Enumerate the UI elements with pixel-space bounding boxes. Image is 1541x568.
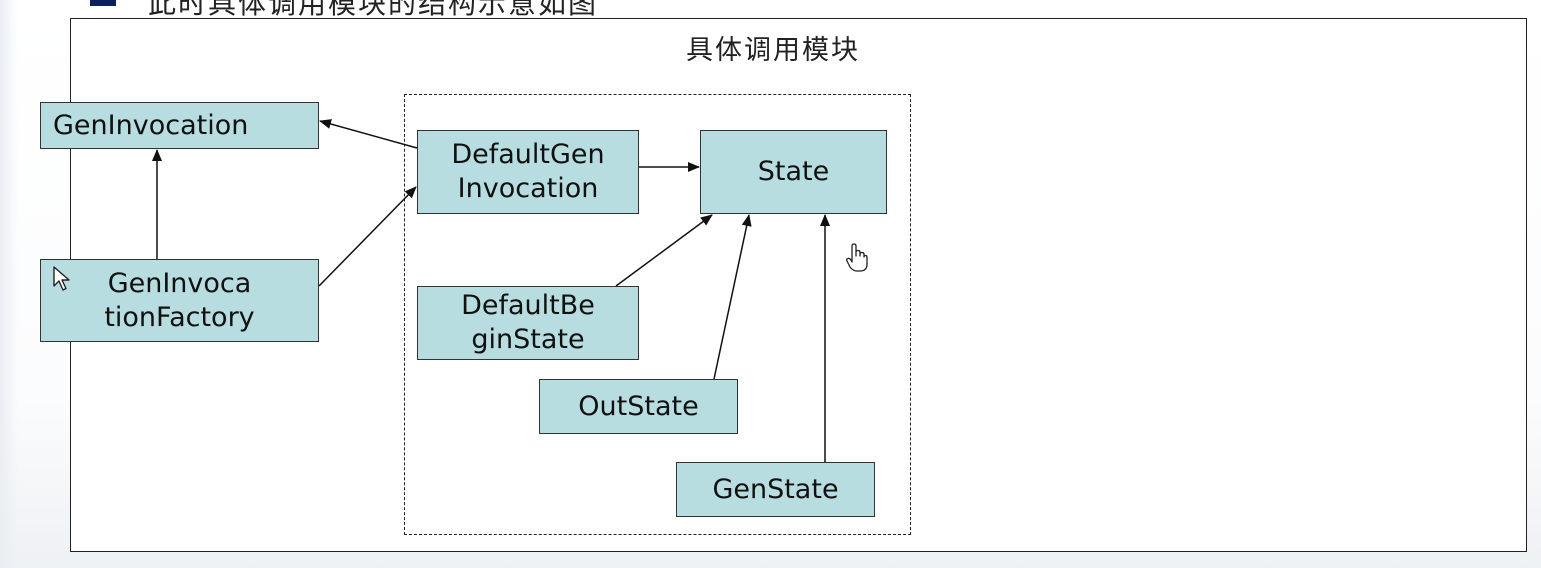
node-gen-state: GenState [676,462,875,517]
node-label-line-2: Invocation [457,173,599,204]
node-label-line-1: DefaultBe [461,290,595,321]
node-label-line-2: tionFactory [104,301,255,333]
node-gen-invocation: GenInvocation [40,102,319,149]
node-default-begin-state: DefaultBe ginState [417,286,639,360]
node-state: State [700,130,887,214]
node-label: GenInvocation [53,109,249,141]
node-label: State [757,156,830,187]
node-out-state: OutState [539,379,738,434]
arrow-pointer-icon [53,266,70,291]
node-label-line-1: GenInvoca [107,267,252,299]
node-label-line-1: DefaultGen [451,139,605,170]
module-title: 具体调用模块 [686,35,860,66]
watermark [1326,532,1526,568]
node-label-line-2: ginState [471,324,585,355]
node-label: OutState [578,390,699,422]
heading-bullet [90,0,116,6]
node-gen-invocation-factory: GenInvoca tionFactory [40,259,319,342]
node-label: GenState [712,473,839,505]
node-default-gen-invocation: DefaultGen Invocation [417,130,639,214]
hand-pointer-icon [846,243,868,272]
slide-edge-shadow [0,0,18,568]
